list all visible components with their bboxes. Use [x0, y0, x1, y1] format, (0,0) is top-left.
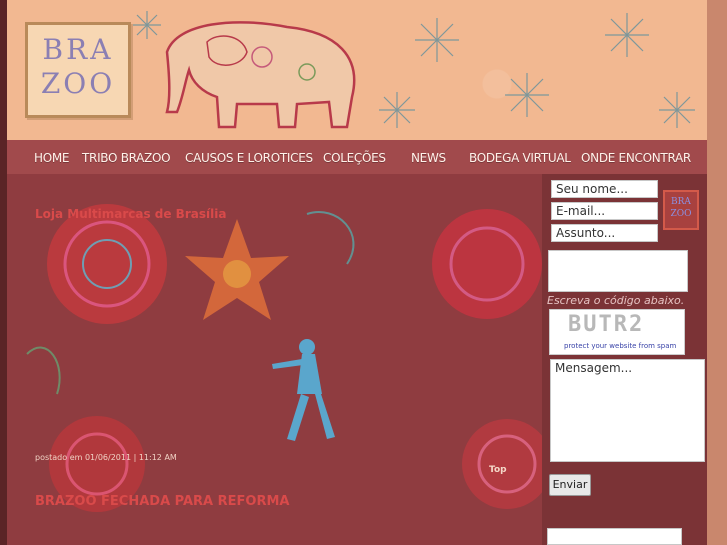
- nav-item-colecoes[interactable]: COLEÇÕES: [323, 151, 386, 165]
- nav-item-home[interactable]: HOME: [34, 151, 70, 165]
- logo-line-1: BRA: [42, 33, 114, 66]
- post-meta: postado em 01/06/2011 | 11:12 AM: [35, 453, 177, 462]
- main-content: Loja Multimarcas de Brasília postado em …: [7, 174, 542, 545]
- post-title-2[interactable]: BRAZOO FECHADA PARA REFORMA: [35, 494, 289, 509]
- top-link[interactable]: Top: [489, 465, 507, 475]
- elephant-illustration: [165, 21, 356, 129]
- nav-item-onde-encontrar[interactable]: ONDE ENCONTRAR: [581, 151, 691, 165]
- captcha-label: Escreva o código abaixo.: [547, 294, 685, 307]
- nav-item-causos[interactable]: CAUSOS E LOROTICES: [185, 151, 313, 165]
- mini-logo-line-1: BRA: [671, 197, 691, 207]
- captcha-image: BUTR2 protect your website from spam: [549, 309, 685, 355]
- name-field[interactable]: Seu nome...: [551, 180, 658, 198]
- send-button[interactable]: Enviar: [549, 474, 591, 496]
- mini-logo-line-2: ZOO: [670, 209, 692, 219]
- site-header: BRA ZOO: [7, 0, 707, 140]
- bottom-field[interactable]: [547, 528, 682, 545]
- logo-line-2: ZOO: [40, 67, 116, 100]
- brazoo-mini-logo: BRA ZOO: [663, 190, 699, 230]
- main-nav: HOME TRIBO BRAZOO CAUSOS E LOROTICES COL…: [7, 140, 707, 174]
- nav-item-news[interactable]: NEWS: [411, 151, 446, 165]
- running-figure: [272, 339, 335, 441]
- post-title-1[interactable]: Loja Multimarcas de Brasília: [35, 207, 226, 221]
- captcha-caption: protect your website from spam: [564, 342, 677, 350]
- message-field[interactable]: Mensagem...: [550, 359, 705, 462]
- nav-item-tribo-brazoo[interactable]: TRIBO BRAZOO: [82, 151, 171, 165]
- nav-item-bodega-virtual[interactable]: BODEGA VIRTUAL: [469, 151, 571, 165]
- right-edge: [707, 0, 727, 545]
- left-edge: [0, 0, 7, 545]
- email-field[interactable]: E-mail...: [551, 202, 658, 220]
- extra-field[interactable]: [548, 250, 688, 292]
- brazoo-logo[interactable]: BRA ZOO: [25, 22, 131, 118]
- floral-background: [26, 204, 542, 512]
- subject-field[interactable]: Assunto...: [551, 224, 658, 242]
- captcha-word: BUTR2: [568, 312, 645, 337]
